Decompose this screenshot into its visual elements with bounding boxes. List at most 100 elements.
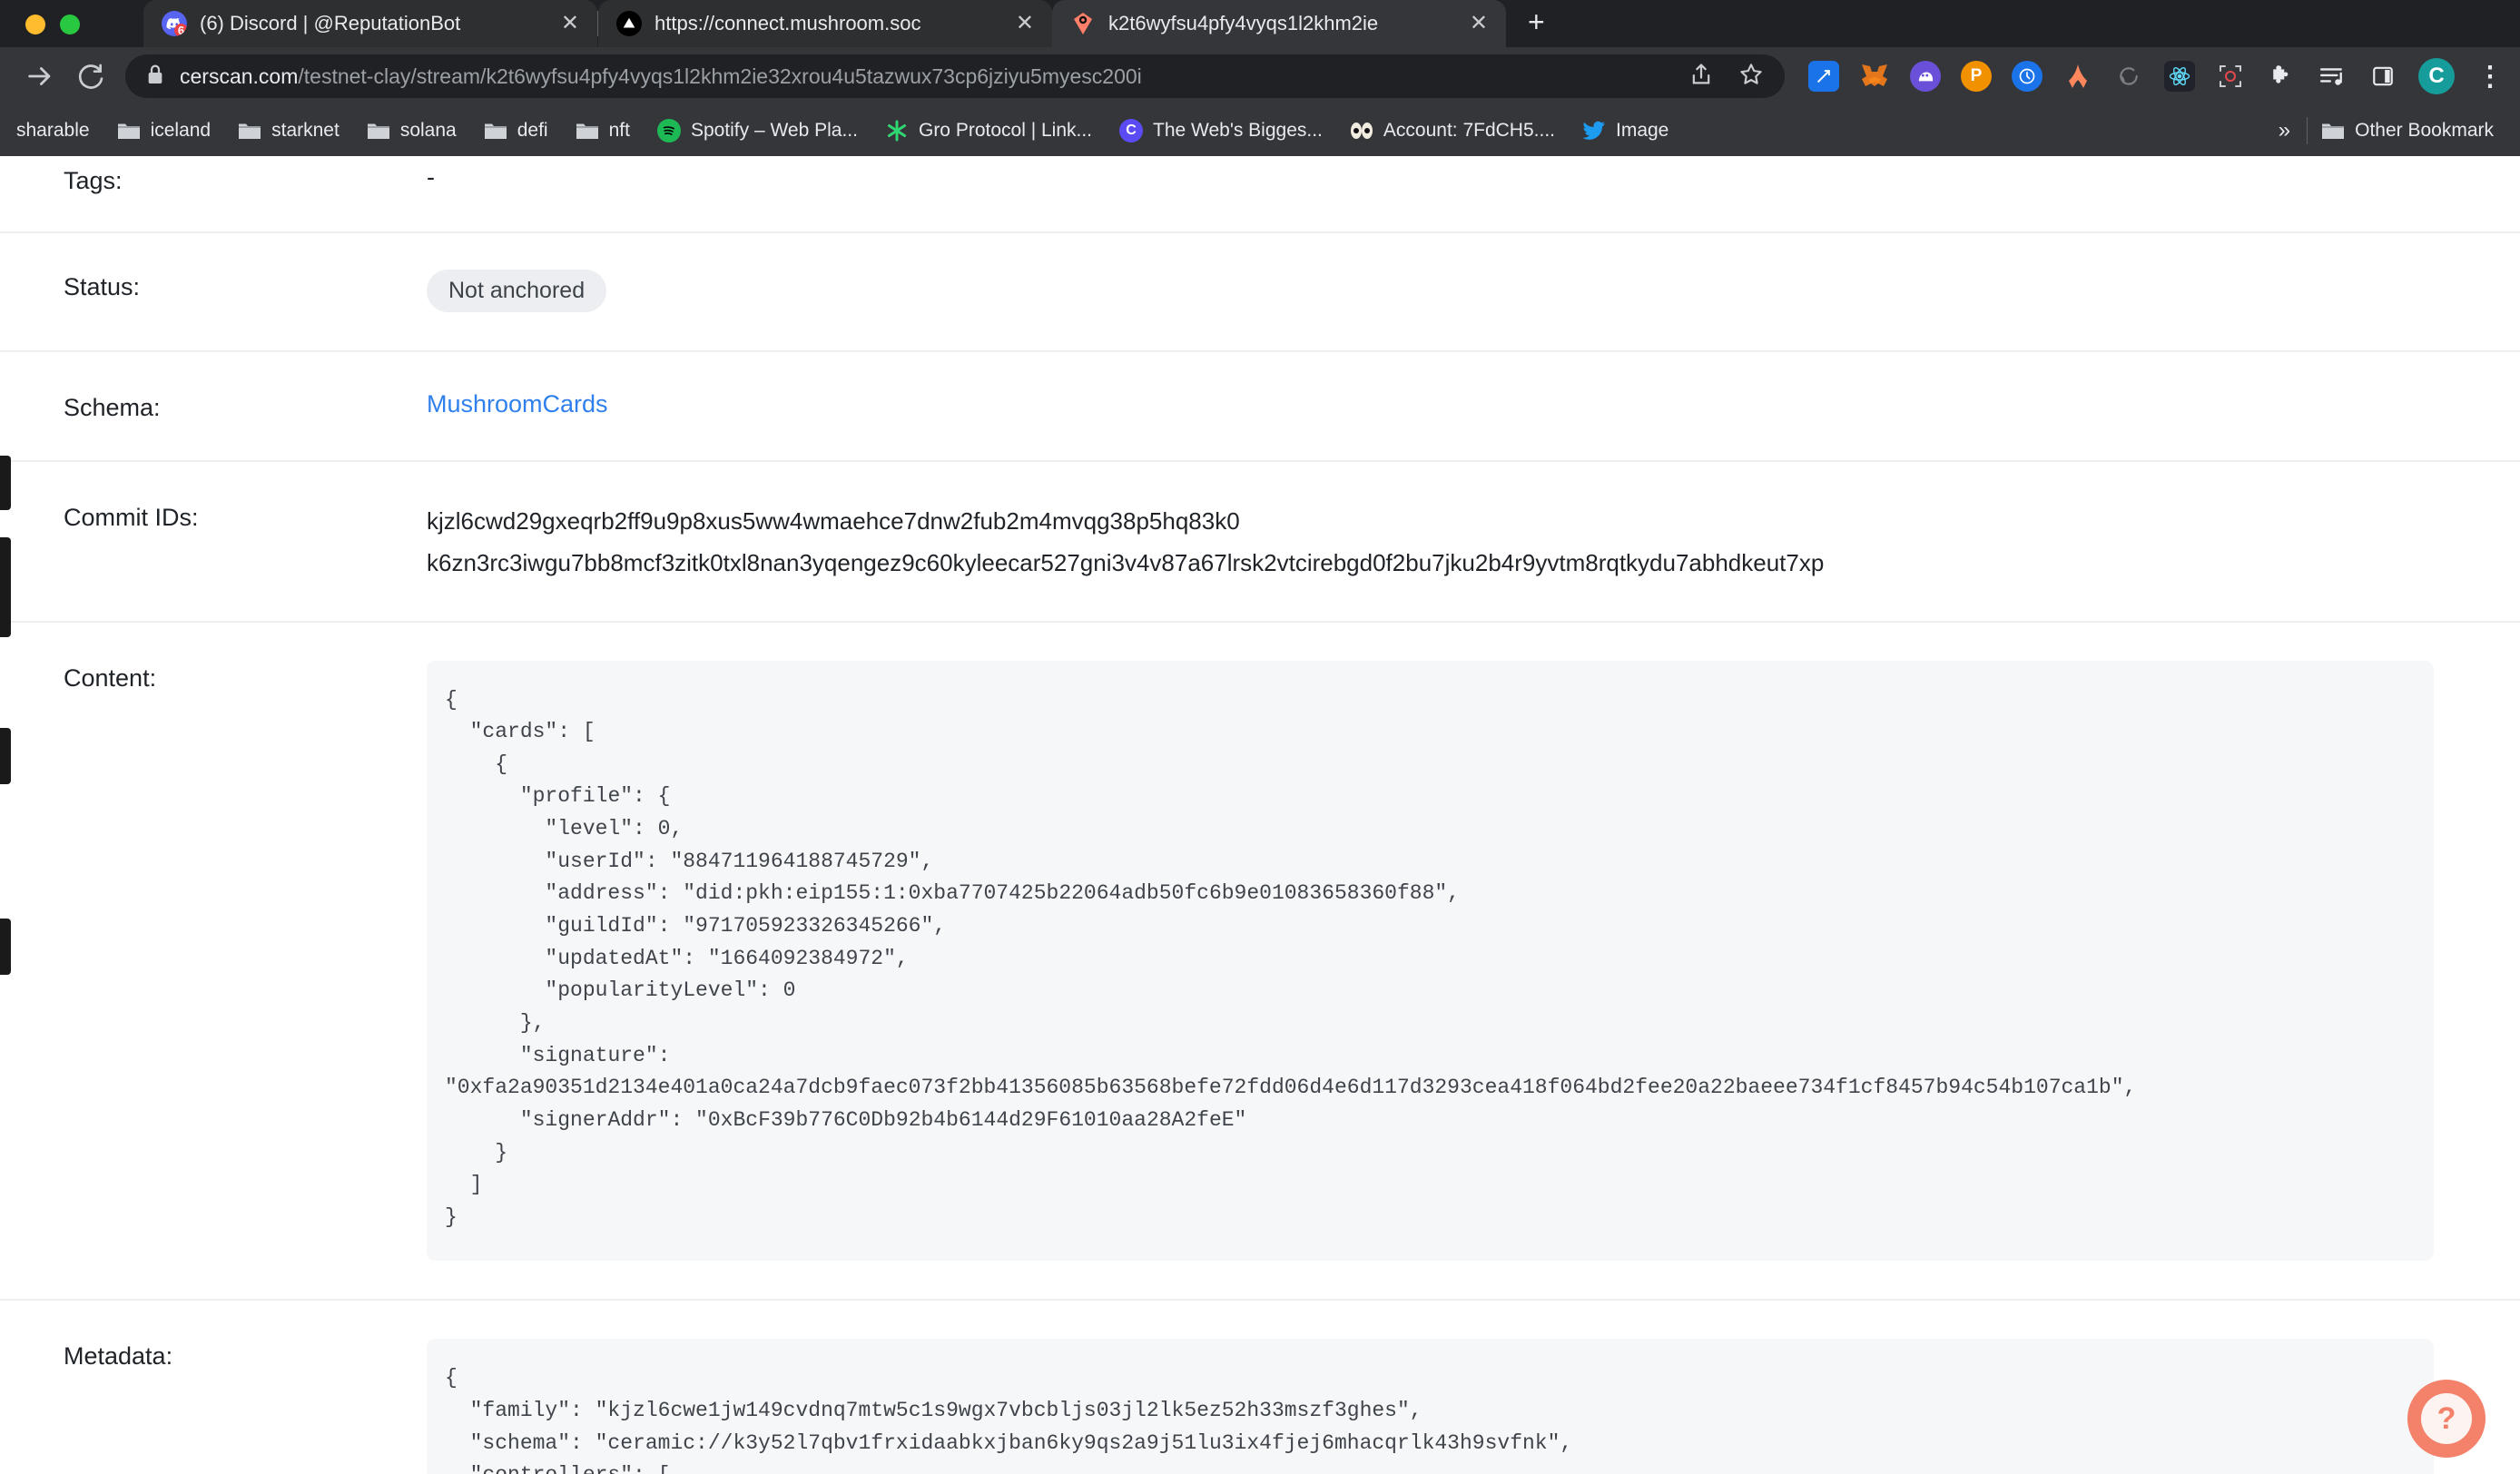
bookmark-label: Spotify – Web Pla... [690,120,858,141]
gro-icon [885,119,909,142]
bookmark-label: nft [608,120,630,141]
spotify-icon [656,119,681,142]
row-label: Content: [64,663,157,692]
bookmark-iceland[interactable]: iceland [103,114,225,147]
bookmark-label: Gro Protocol | Link... [918,120,1093,141]
pocket-universe-icon[interactable]: P [1961,61,1992,92]
extension-blue-icon[interactable] [1808,61,1839,92]
content-value: { "cards": [ { "profile": { "level": 0, … [427,660,2434,1262]
row-commit-ids: Commit IDs: kjzl6cwd29gxeqrb2ff9u9p8xus5… [0,462,2520,623]
reload-button[interactable] [65,51,116,102]
other-bookmarks-folder[interactable]: Other Bookmark [2308,114,2507,147]
discord-icon [162,11,187,36]
twitter-icon [1582,119,1606,142]
ceramic-icon [1070,11,1096,36]
tab-strip: (6) Discord | @ReputationBot ✕ https://c… [0,0,2520,47]
reading-list-icon[interactable] [2317,61,2348,92]
browser-window: (6) Discord | @ReputationBot ✕ https://c… [0,0,2520,1474]
folder-icon [576,121,599,141]
url-host: cerscan.com [180,64,299,88]
bookmark-label: starknet [271,120,340,141]
status-badge: Not anchored [427,270,607,312]
chrome-menu-button[interactable]: ⋮ [2475,61,2505,92]
share-icon[interactable] [1688,62,1714,92]
react-devtools-icon[interactable] [2164,61,2195,92]
maximize-button[interactable] [60,15,80,34]
forward-button[interactable] [15,51,65,102]
folder-icon [484,121,507,141]
browser-tab-discord[interactable]: (6) Discord | @ReputationBot ✕ [143,0,597,47]
bookmark-starknet[interactable]: starknet [224,114,353,147]
bookmark-sharable[interactable]: sharable [13,114,103,147]
bookmark-label: Other Bookmark [2355,120,2494,141]
bookmark-account[interactable]: Account: 7FdCH5.... [1336,113,1569,148]
bookmark-gro-protocol[interactable]: Gro Protocol | Link... [871,113,1106,148]
tab-title: (6) Discord | @ReputationBot [200,12,461,34]
bookmark-star-icon[interactable] [1737,61,1765,93]
puzzle-icon[interactable] [2266,61,2297,92]
tags-value: - [427,163,435,191]
tab-close-button[interactable]: ✕ [1464,13,1493,34]
bookmark-spotify[interactable]: Spotify – Web Pla... [644,113,871,148]
address-bar[interactable]: cerscan.com/testnet-clay/stream/k2t6wyfs… [125,54,1785,98]
argent-icon[interactable] [2062,61,2093,92]
bookmark-label: iceland [150,120,212,141]
schema-link[interactable]: MushroomCards [427,390,608,418]
lock-icon [145,64,165,90]
coinmarketcap-icon: C [1119,119,1144,142]
help-button[interactable]: ? [2407,1380,2486,1458]
metadata-value: { "family": "kjzl6cwe1jw149cvdnq7mtw5c1s… [427,1339,2434,1474]
tab-close-button[interactable]: ✕ [1010,13,1039,34]
sync-icon[interactable] [2113,61,2144,92]
metamask-icon[interactable] [1859,61,1890,92]
bitkeep-icon[interactable] [2012,61,2043,92]
browser-tab-mushroom[interactable]: https://connect.mushroom.soc ✕ [598,0,1052,47]
phantom-icon[interactable] [1910,61,1941,92]
bookmark-label: sharable [16,120,90,141]
profile-avatar[interactable]: C [2418,58,2455,94]
row-metadata: Metadata: { "family": "kjzl6cwe1jw149cvd… [0,1301,2520,1474]
bookmark-nft[interactable]: nft [562,114,644,147]
commit-ids-value: kjzl6cwd29gxeqrb2ff9u9p8xus5ww4wmaehce7d… [427,500,2434,585]
mushroom-icon [616,11,642,36]
schema-value: MushroomCards [427,390,2434,418]
tab-title: k2t6wyfsu4pfy4vyqs1l2khm2ie [1108,12,1379,34]
solscan-icon [1350,119,1373,142]
row-tags: Tags: - [0,156,2520,233]
bookmark-image[interactable]: Image [1569,113,1682,148]
bookmark-coinmarketcap[interactable]: C The Web's Bigges... [1106,113,1336,148]
bookmark-label: Account: 7FdCH5.... [1383,120,1555,141]
row-status: Status: Not anchored [0,233,2520,352]
bookmarks-bar: sharable iceland starknet solana defi nf… [0,105,2520,156]
scroll-gutter-marks [0,156,11,1474]
bookmark-solana[interactable]: solana [353,114,470,147]
bookmark-label: solana [399,120,457,141]
stream-detail-panel: Tags: - Status: Not anchored Schema: Mus… [0,156,2520,1474]
url-text: cerscan.com/testnet-clay/stream/k2t6wyfs… [180,64,1142,89]
bookmark-defi[interactable]: defi [470,114,562,147]
row-label: Status: [64,273,141,300]
row-label: Commit IDs: [64,504,199,531]
folder-icon [367,121,390,141]
extension-icons: P C ⋮ [1797,58,2505,94]
side-panel-icon[interactable] [2367,61,2398,92]
row-label: Schema: [64,394,161,421]
tab-title: https://connect.mushroom.soc [655,12,921,34]
url-path: /testnet-clay/stream/k2t6wyfsu4pfy4vyqs1… [298,64,1142,88]
new-tab-button[interactable]: + [1506,7,1567,47]
page-content: Tags: - Status: Not anchored Schema: Mus… [0,156,2520,1474]
folder-icon [117,121,141,141]
bookmark-label: Image [1616,120,1669,141]
screenshot-icon[interactable] [2215,61,2246,92]
commit-id: kjzl6cwd29gxeqrb2ff9u9p8xus5ww4wmaehce7d… [427,507,1240,535]
browser-tab-ceramic[interactable]: k2t6wyfsu4pfy4vyqs1l2khm2ie ✕ [1052,0,1506,47]
tab-close-button[interactable]: ✕ [556,13,585,34]
folder-icon [238,121,261,141]
tab-list: (6) Discord | @ReputationBot ✕ https://c… [143,0,1567,47]
row-content: Content: { "cards": [ { "profile": { "le… [0,623,2520,1302]
row-schema: Schema: MushroomCards [0,352,2520,462]
minimize-button[interactable] [25,15,45,34]
bookmark-label: The Web's Bigges... [1153,120,1323,141]
bookmarks-overflow-button[interactable]: » [2262,118,2307,143]
bookmark-label: defi [517,120,548,141]
